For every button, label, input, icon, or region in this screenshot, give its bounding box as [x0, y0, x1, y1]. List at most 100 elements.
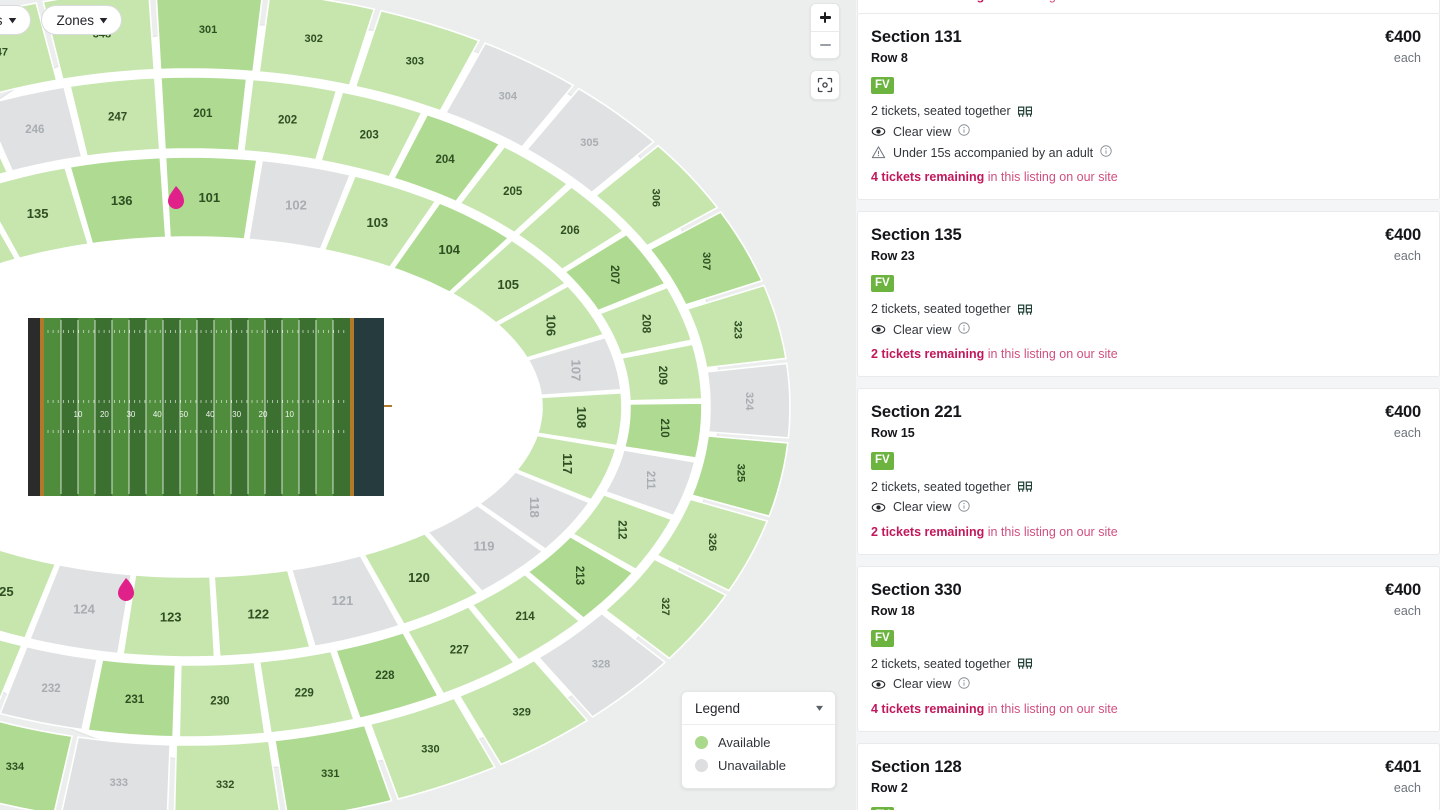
svg-text:101: 101 [198, 190, 220, 205]
map-section-230[interactable]: 230 [178, 661, 266, 738]
listing-card[interactable]: Section 131 Row 8 €400 each FV 2 tickets… [857, 13, 1440, 201]
listing-card-partial[interactable]: 4 tickets remaining in this listing on o… [857, 0, 1440, 13]
listing-card-header: Section 221 Row 15 €400 each [871, 403, 1421, 440]
listing-feature: Clear view [871, 677, 1421, 692]
map-section-332[interactable]: 332 [173, 740, 281, 810]
svg-text:305: 305 [580, 137, 598, 149]
remaining-text: 4 tickets remaining in this listing on o… [871, 0, 1421, 3]
svg-text:301: 301 [199, 24, 217, 36]
listing-price-unit: each [1393, 603, 1421, 618]
chevron-down-icon: ▾ [815, 703, 824, 714]
listing-row: Row 23 [871, 249, 915, 264]
svg-text:121: 121 [332, 593, 354, 608]
svg-text:135: 135 [27, 206, 49, 221]
info-icon[interactable] [958, 499, 971, 512]
map-section-231[interactable]: 231 [87, 658, 177, 738]
svg-text:232: 232 [42, 683, 61, 695]
svg-text:104: 104 [438, 242, 460, 257]
map-section-301[interactable]: 301 [155, 0, 263, 73]
svg-text:228: 228 [375, 670, 395, 682]
listing-pricing: €400 each [1385, 403, 1421, 440]
map-section-333[interactable]: 333 [61, 736, 171, 810]
listing-feature: Clear view [871, 124, 1421, 139]
svg-text:333: 333 [110, 777, 128, 789]
reset-view-button[interactable] [810, 70, 840, 100]
map-section-334[interactable]: 334 [0, 717, 74, 810]
chevron-down-icon: ▾ [100, 14, 107, 26]
map-section-324[interactable]: 324 [706, 362, 791, 439]
seats-together-icon [1017, 481, 1032, 492]
seatmap-page: 301 302 303 304 305 306 307 323 324 325 326 327 328 3… [0, 0, 1440, 810]
listing-price: €401 [1385, 757, 1421, 776]
legend-color-swatch [695, 736, 708, 749]
svg-text:20: 20 [100, 410, 109, 419]
stadium-map[interactable]: 301 302 303 304 305 306 307 323 324 325 326 327 328 3… [0, 0, 856, 810]
listing-card-header: Section 131 Row 8 €400 each [871, 28, 1421, 65]
listing-section: Section 135 [871, 226, 962, 245]
map-section-247[interactable]: 247 [69, 76, 161, 158]
legend-item-label: Available [718, 735, 771, 750]
legend-header[interactable]: Legend ▾ [682, 692, 835, 725]
map-legend[interactable]: Legend ▾ Available Unavailable [681, 691, 836, 789]
seat-map-panel[interactable]: 301 302 303 304 305 306 307 323 324 325 326 327 328 3… [0, 0, 856, 810]
map-section-201[interactable]: 201 [160, 76, 248, 152]
listing-quantity-label: 2 tickets, seated together [871, 104, 1011, 119]
listing-card-header: Section 330 Row 18 €400 each [871, 581, 1421, 618]
ticket-listings-panel[interactable]: 4 tickets remaining in this listing on o… [856, 0, 1440, 810]
svg-text:122: 122 [247, 606, 269, 621]
svg-text:10: 10 [285, 410, 294, 419]
listing-location: Section 221 Row 15 [871, 403, 962, 440]
svg-text:302: 302 [305, 33, 323, 45]
listing-card[interactable]: Section 135 Row 23 €400 each FV 2 ticket… [857, 211, 1440, 378]
legend-body: Available Unavailable [682, 725, 835, 788]
feature-info-button[interactable] [958, 124, 971, 139]
legend-item-label: Unavailable [718, 758, 786, 773]
svg-text:208: 208 [640, 314, 652, 334]
svg-text:327: 327 [659, 597, 671, 615]
zoom-in-button[interactable] [811, 4, 839, 31]
feature-info-button[interactable] [1100, 145, 1112, 160]
listing-quantity: 2 tickets, seated together [871, 302, 1421, 316]
info-icon[interactable] [1100, 145, 1112, 157]
legend-item-available: Available [695, 731, 822, 754]
filter-views-button[interactable]: ws ▾ [0, 5, 31, 35]
feature-info-button[interactable] [958, 499, 971, 515]
listing-section: Section 131 [871, 28, 962, 46]
listings-scroll-container: 4 tickets remaining in this listing on o… [856, 0, 1440, 810]
listing-card[interactable]: Section 221 Row 15 €400 each FV 2 ticket… [857, 388, 1440, 555]
listing-pricing: €400 each [1385, 226, 1421, 263]
listing-pricing: €400 each [1385, 28, 1421, 65]
map-section-123[interactable]: 123 [122, 574, 216, 658]
seats-together-icon [1017, 304, 1032, 315]
svg-text:247: 247 [108, 111, 127, 123]
eye-icon [871, 127, 886, 137]
listing-feature: Clear view [871, 499, 1421, 515]
listing-card[interactable]: Section 128 Row 2 €401 each FV [857, 742, 1440, 810]
svg-text:10: 10 [74, 410, 83, 419]
listing-row: Row 18 [871, 603, 915, 618]
zoom-out-button[interactable] [811, 31, 839, 58]
feature-info-button[interactable] [958, 322, 971, 337]
seats-together-icon [1017, 106, 1032, 117]
listing-card-header: Section 135 Row 23 €400 each [871, 226, 1421, 263]
svg-text:334: 334 [6, 761, 25, 773]
info-icon[interactable] [958, 322, 971, 335]
eye-icon [871, 502, 886, 512]
svg-text:209: 209 [656, 366, 668, 385]
filter-zones-button[interactable]: Zones ▾ [40, 5, 123, 35]
svg-text:30: 30 [232, 410, 241, 419]
svg-text:105: 105 [497, 277, 519, 292]
feature-info-button[interactable] [958, 677, 971, 692]
listing-quantity-label: 2 tickets, seated together [871, 479, 1011, 494]
info-icon[interactable] [958, 677, 971, 689]
chevron-down-icon: ▾ [8, 14, 16, 26]
info-icon[interactable] [958, 124, 971, 136]
remaining-count: 2 tickets remaining [871, 347, 985, 362]
eye-icon [871, 325, 886, 335]
listing-card[interactable]: Section 330 Row 18 €400 each FV 2 ticket… [857, 565, 1440, 732]
reset-view-icon [817, 77, 833, 93]
svg-text:118: 118 [527, 497, 542, 518]
listing-price-unit: each [1393, 426, 1421, 441]
listing-quantity: 2 tickets, seated together [871, 657, 1421, 671]
listing-price: €400 [1385, 580, 1421, 599]
